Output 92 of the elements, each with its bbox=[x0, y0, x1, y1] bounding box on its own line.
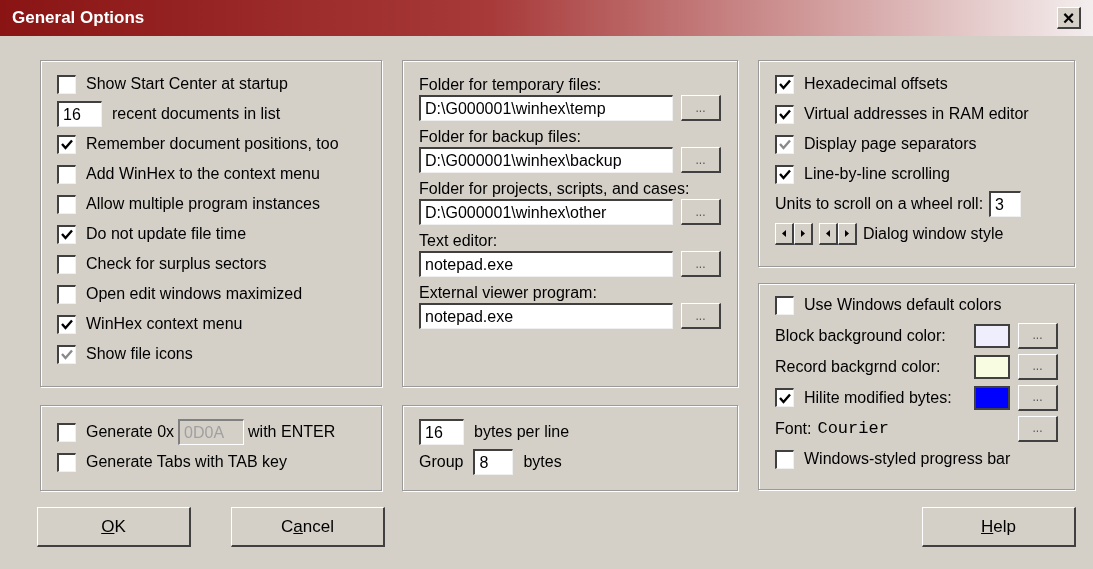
input-field[interactable]: 3 bbox=[989, 191, 1022, 217]
label: recent documents in list bbox=[112, 104, 281, 124]
checkmark-icon bbox=[61, 229, 73, 240]
checkbox-label: Generate Tabs with TAB key bbox=[86, 452, 287, 472]
label: Hilite modified bytes: bbox=[804, 387, 952, 408]
browse-button[interactable]: ... bbox=[681, 303, 721, 329]
checkbox-label: Open edit windows maximized bbox=[86, 284, 303, 304]
checkmark-icon bbox=[779, 169, 791, 180]
font-name: Courier bbox=[817, 417, 889, 440]
input-field[interactable]: notepad.exe bbox=[419, 251, 673, 277]
checkbox[interactable] bbox=[775, 134, 794, 154]
color-swatch[interactable] bbox=[974, 385, 1010, 410]
checkbox[interactable] bbox=[775, 104, 794, 124]
window-title: General Options bbox=[12, 7, 145, 30]
checkmark-icon bbox=[779, 79, 791, 90]
label: bytes bbox=[523, 452, 562, 472]
input-field[interactable]: 8 bbox=[473, 449, 514, 475]
input-field[interactable]: D:\G000001\winhex\other bbox=[419, 199, 673, 225]
checkbox[interactable] bbox=[57, 74, 76, 94]
browse-button[interactable]: ... bbox=[681, 95, 721, 121]
checkbox[interactable] bbox=[57, 194, 76, 214]
checkbox-label: Add WinHex to the context menu bbox=[86, 164, 320, 184]
browse-button[interactable]: ... bbox=[1018, 384, 1058, 411]
checkbox-label: Show Start Center at startup bbox=[86, 74, 288, 94]
checkbox-label: Virtual addresses in RAM editor bbox=[804, 104, 1029, 124]
checkbox[interactable] bbox=[775, 449, 794, 469]
checkbox[interactable] bbox=[775, 74, 794, 94]
checkbox-label: Use Windows default colors bbox=[804, 295, 1002, 315]
dialog-button[interactable]: Cancel bbox=[231, 507, 385, 547]
field-label: Folder for temporary files: bbox=[419, 75, 603, 95]
browse-button[interactable]: ... bbox=[1018, 322, 1058, 349]
label: Block background color: bbox=[775, 325, 946, 346]
field-label: Folder for backup files: bbox=[419, 127, 582, 147]
right-arrow-button[interactable] bbox=[838, 223, 857, 245]
checkbox[interactable] bbox=[57, 224, 76, 244]
field-label: Folder for projects, scripts, and cases: bbox=[419, 179, 691, 199]
checkmark-icon bbox=[61, 139, 73, 150]
input-field[interactable]: 16 bbox=[419, 419, 464, 445]
checkbox-label: Line-by-line scrolling bbox=[804, 164, 950, 184]
color-swatch[interactable] bbox=[974, 323, 1010, 348]
browse-button[interactable]: ... bbox=[681, 199, 721, 225]
right-arrow-button[interactable] bbox=[794, 223, 813, 245]
checkbox[interactable] bbox=[775, 295, 794, 315]
checkbox-label: Display page separators bbox=[804, 134, 977, 154]
browse-button[interactable]: ... bbox=[681, 147, 721, 173]
checkbox[interactable] bbox=[57, 254, 76, 274]
checkbox[interactable] bbox=[57, 134, 76, 154]
checkbox-label: Windows-styled progress bar bbox=[804, 449, 1011, 469]
dialog-button[interactable]: Help bbox=[922, 507, 1076, 547]
checkbox[interactable] bbox=[57, 164, 76, 184]
field-label: External viewer program: bbox=[419, 283, 598, 303]
checkbox-label: Generate 0x bbox=[86, 422, 175, 442]
left-arrow-button[interactable] bbox=[819, 223, 838, 245]
checkbox-label: Allow multiple program instances bbox=[86, 194, 320, 214]
right-triangle-icon bbox=[799, 229, 807, 238]
browse-button[interactable]: ... bbox=[681, 251, 721, 277]
checkmark-icon bbox=[779, 392, 791, 404]
label: Font: bbox=[775, 418, 812, 439]
checkmark-icon bbox=[779, 109, 791, 120]
field-label: Text editor: bbox=[419, 231, 499, 251]
label: Units to scroll on a wheel roll: bbox=[775, 194, 984, 214]
left-arrow-button[interactable] bbox=[775, 223, 794, 245]
checkbox-label: Remember document positions, too bbox=[86, 134, 339, 154]
right-triangle-icon bbox=[843, 229, 851, 238]
label: with ENTER bbox=[248, 422, 336, 442]
dialog-button[interactable]: OK bbox=[37, 507, 191, 547]
left-triangle-icon bbox=[824, 229, 832, 238]
checkbox[interactable] bbox=[775, 388, 794, 407]
checkbox[interactable] bbox=[57, 314, 76, 334]
label: bytes per line bbox=[474, 422, 570, 442]
checkbox-label: Check for surplus sectors bbox=[86, 254, 267, 274]
checkbox-label: Show file icons bbox=[86, 344, 193, 364]
left-triangle-icon bbox=[780, 229, 788, 238]
checkbox[interactable] bbox=[57, 284, 76, 304]
checkbox[interactable] bbox=[775, 164, 794, 184]
close-button[interactable]: × bbox=[1057, 7, 1081, 29]
input-field[interactable]: D:\G000001\winhex\backup bbox=[419, 147, 673, 173]
checkmark-icon bbox=[61, 319, 73, 330]
checkbox-label: WinHex context menu bbox=[86, 314, 243, 334]
checkbox-label: Do not update file time bbox=[86, 224, 247, 244]
input-field[interactable]: D:\G000001\winhex\temp bbox=[419, 95, 673, 121]
label: Group bbox=[419, 452, 464, 472]
label: Dialog window style bbox=[863, 224, 1004, 244]
label: Record backgrnd color: bbox=[775, 356, 941, 377]
input-field[interactable]: notepad.exe bbox=[419, 303, 673, 329]
checkbox[interactable] bbox=[57, 344, 76, 364]
input-field[interactable]: 16 bbox=[57, 101, 102, 127]
browse-button[interactable]: ... bbox=[1018, 415, 1058, 442]
color-swatch[interactable] bbox=[974, 354, 1010, 379]
checkbox[interactable] bbox=[57, 452, 76, 472]
checkbox-label: Hexadecimal offsets bbox=[804, 74, 948, 94]
browse-button[interactable]: ... bbox=[1018, 353, 1058, 380]
